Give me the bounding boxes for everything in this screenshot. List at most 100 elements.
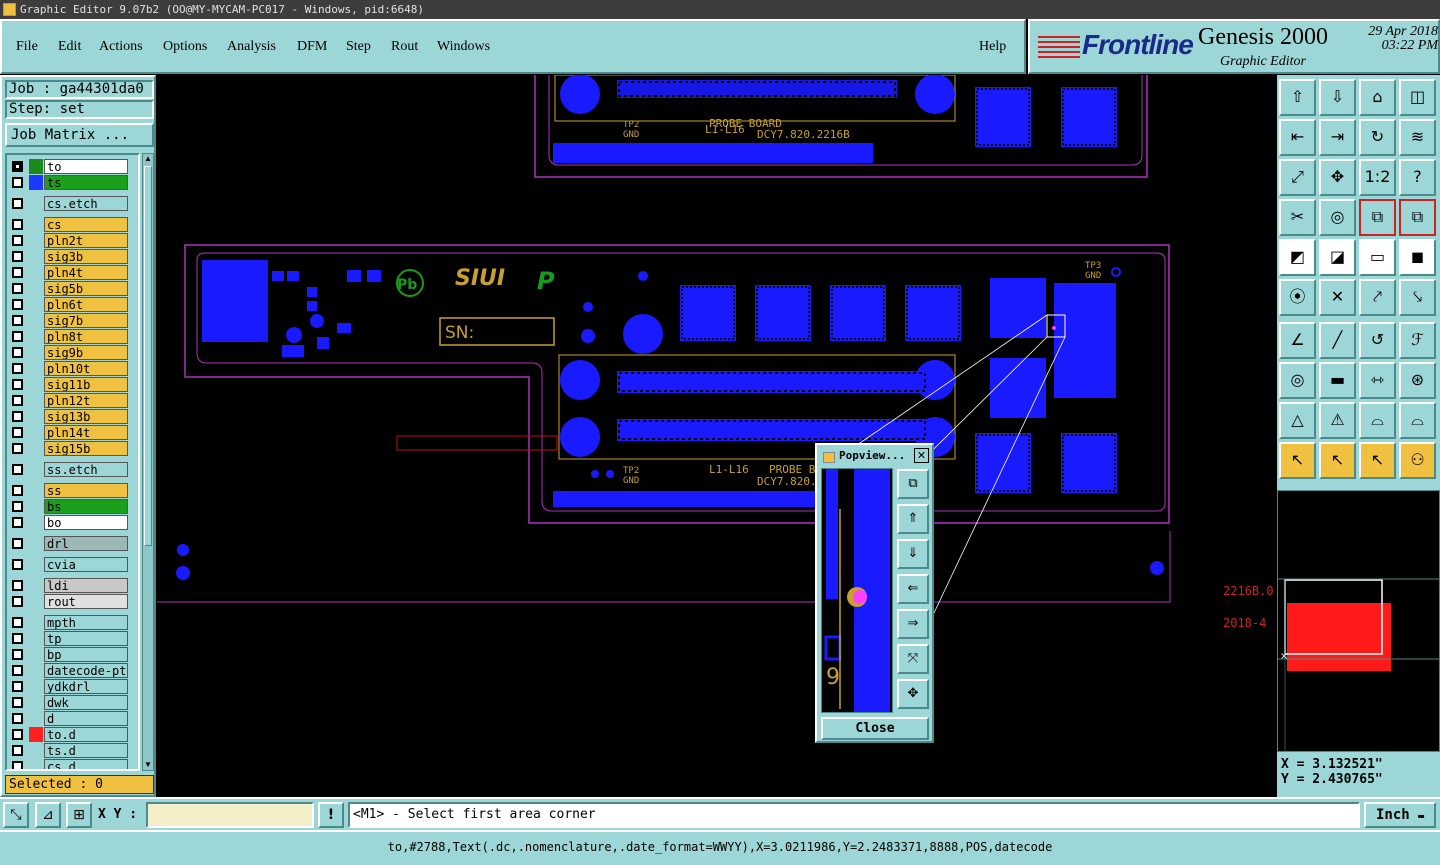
layer-name[interactable]: bs [44, 499, 128, 514]
warn-icon[interactable]: △ [1279, 402, 1316, 439]
layer-checkbox[interactable] [12, 729, 23, 740]
popview-center-button[interactable]: ✥ [897, 679, 929, 709]
popview-preview[interactable]: 9 [821, 468, 893, 713]
layer-color-swatch[interactable] [29, 175, 43, 190]
layer-row[interactable]: cs [9, 217, 129, 232]
layer-color-swatch[interactable] [29, 329, 43, 344]
layer-name[interactable]: ss [44, 483, 128, 498]
layer-color-swatch[interactable] [29, 313, 43, 328]
zoom-down-icon[interactable]: ⇩ [1319, 79, 1356, 116]
layer-row[interactable]: sig13b [9, 409, 129, 424]
zoom-area-icon[interactable]: ⤡ [3, 802, 29, 828]
layer-color-swatch[interactable] [29, 499, 43, 514]
layer-checkbox[interactable] [12, 427, 23, 438]
layer-name[interactable]: ts [44, 175, 128, 190]
layer-color-swatch[interactable] [29, 393, 43, 408]
menu-file[interactable]: File [16, 39, 38, 55]
layer-name[interactable]: sig7b [44, 313, 128, 328]
popview-close-icon[interactable]: ✕ [914, 448, 929, 463]
layer-checkbox[interactable] [12, 649, 23, 660]
measure-tool-icon[interactable]: ⊿ [35, 802, 61, 828]
layer-color-swatch[interactable] [29, 345, 43, 360]
pointer-box-icon[interactable]: ◩ [1279, 239, 1316, 276]
center-icon[interactable]: ✥ [1319, 159, 1356, 196]
fit-icon[interactable]: ⤢ [1279, 159, 1316, 196]
layer-color-swatch[interactable] [29, 233, 43, 248]
layer-checkbox[interactable] [12, 251, 23, 262]
layer-checkbox[interactable] [12, 379, 23, 390]
layer-name[interactable]: to [44, 159, 128, 174]
layer-color-swatch[interactable] [29, 711, 43, 726]
arrow-select-icon[interactable]: ↖ [1359, 442, 1396, 479]
menu-options[interactable]: Options [163, 39, 207, 55]
mark-icon[interactable]: ◎ [1279, 362, 1316, 399]
refresh-icon[interactable]: ↻ [1359, 119, 1396, 156]
menu-step[interactable]: Step [346, 39, 371, 55]
layer-color-swatch[interactable] [29, 159, 43, 174]
scroll-up-icon[interactable]: ▲ [144, 155, 152, 163]
menu-help[interactable]: Help [979, 39, 1006, 55]
layer-name[interactable]: ts.d [44, 743, 128, 758]
layer-name[interactable]: pln14t [44, 425, 128, 440]
layer-row[interactable]: mpth [9, 615, 129, 630]
layer-color-swatch[interactable] [29, 727, 43, 742]
layer-checkbox[interactable] [12, 501, 23, 512]
layer-checkbox[interactable] [12, 681, 23, 692]
text-icon[interactable]: ℱ [1399, 322, 1436, 359]
layer-name[interactable]: sig15b [44, 441, 128, 456]
layer-row[interactable]: rout [9, 594, 129, 609]
line-icon[interactable]: ╱ [1319, 322, 1356, 359]
layer-color-swatch[interactable] [29, 483, 43, 498]
popview-zoom-in-button[interactable]: ⧉ [897, 469, 929, 499]
layer-row[interactable]: cs.etch [9, 196, 129, 211]
layer-row[interactable]: to.d [9, 727, 129, 742]
layer-checkbox[interactable] [12, 315, 23, 326]
layer-checkbox[interactable] [12, 745, 23, 756]
layer-color-swatch[interactable] [29, 297, 43, 312]
popview-left-button[interactable]: ⇐ [897, 574, 929, 604]
layer-color-swatch[interactable] [29, 557, 43, 572]
layer-row[interactable]: pln2t [9, 233, 129, 248]
layer-color-swatch[interactable] [29, 515, 43, 530]
layer-color-swatch[interactable] [29, 759, 43, 769]
layer-color-swatch[interactable] [29, 377, 43, 392]
layer-color-swatch[interactable] [29, 361, 43, 376]
layer-name[interactable]: cvia [44, 557, 128, 572]
layer-checkbox[interactable] [12, 198, 23, 209]
scroll-down-icon[interactable]: ▼ [144, 761, 152, 769]
layer-checkbox[interactable] [12, 559, 23, 570]
menu-dfm[interactable]: DFM [297, 39, 327, 55]
layer-checkbox[interactable] [12, 177, 23, 188]
layer-checkbox[interactable] [12, 617, 23, 628]
layer-checkbox[interactable] [12, 283, 23, 294]
layer-row[interactable]: ydkdrl [9, 679, 129, 694]
layer-checkbox[interactable] [12, 761, 23, 769]
angle-icon[interactable]: ∠ [1279, 322, 1316, 359]
xy-input[interactable] [146, 802, 314, 828]
alert-icon[interactable]: ! [318, 802, 344, 828]
arc-icon[interactable]: ⌓ [1359, 402, 1396, 439]
layer-row[interactable]: pln4t [9, 265, 129, 280]
layer-checkbox[interactable] [12, 443, 23, 454]
layer-row[interactable]: sig11b [9, 377, 129, 392]
help-icon[interactable]: ? [1399, 159, 1436, 196]
layer-color-swatch[interactable] [29, 695, 43, 710]
rotate-icon[interactable]: ↺ [1359, 322, 1396, 359]
layer-checkbox[interactable] [12, 299, 23, 310]
layer-row[interactable]: cvia [9, 557, 129, 572]
layer-row[interactable]: drl [9, 536, 129, 551]
scale-icon[interactable]: ⇿ [1359, 362, 1396, 399]
menu-windows[interactable]: Windows [437, 39, 490, 55]
draw-icon[interactable]: ◪ [1319, 239, 1356, 276]
split-view-icon[interactable]: ◫ [1399, 79, 1436, 116]
layer-checkbox[interactable] [12, 464, 23, 475]
layer-checkbox[interactable] [12, 485, 23, 496]
layer-row[interactable]: sig7b [9, 313, 129, 328]
layer-checkbox[interactable] [12, 665, 23, 676]
pan-right-icon[interactable]: ⇥ [1319, 119, 1356, 156]
layer-row[interactable]: sig15b [9, 441, 129, 456]
snap-icon[interactable]: ≋ [1399, 119, 1436, 156]
dot-box-icon[interactable]: ◼ [1399, 239, 1436, 276]
layer-checkbox[interactable] [12, 267, 23, 278]
layer-name[interactable]: sig5b [44, 281, 128, 296]
